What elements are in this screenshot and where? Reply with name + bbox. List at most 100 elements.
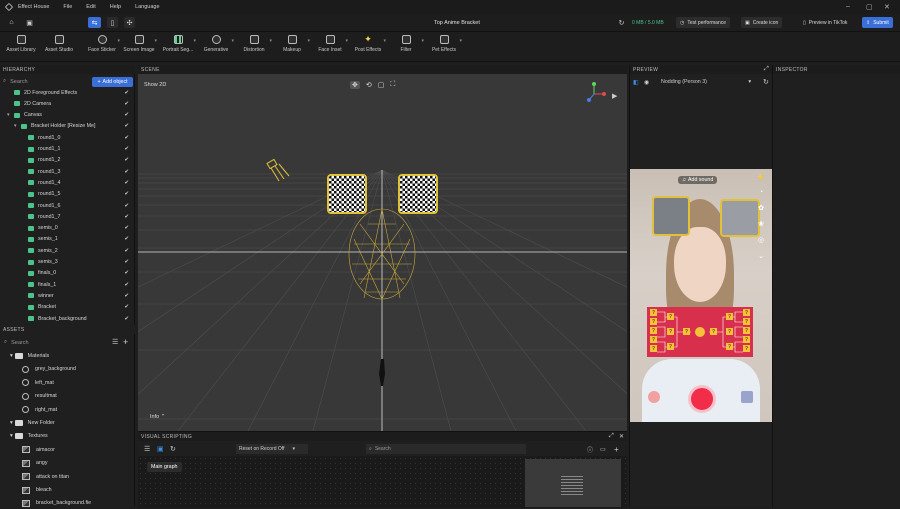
hierarchy-item[interactable]: Bracket ✔ — [0, 302, 133, 313]
hierarchy-item[interactable]: round1_4 ✔ — [0, 177, 133, 188]
test-performance-button[interactable]: ◷ Test performance — [676, 17, 731, 28]
hierarchy-item[interactable]: semis_3 ✔ — [0, 257, 133, 268]
right-checker-image[interactable] — [398, 174, 438, 214]
visibility-check-icon[interactable]: ✔ — [124, 225, 129, 231]
visibility-check-icon[interactable]: ✔ — [124, 191, 129, 197]
graph-icon[interactable]: ▣ — [157, 445, 164, 453]
visibility-check-icon[interactable]: ✔ — [124, 316, 129, 322]
upload-gallery-icon[interactable] — [741, 391, 753, 403]
menu-language[interactable]: Language — [135, 4, 159, 10]
node-toggle-icon[interactable]: ✣ — [124, 17, 135, 28]
asset-item[interactable]: right_mat — [0, 404, 133, 416]
menu-help[interactable]: Help — [110, 4, 121, 10]
hierarchy-item[interactable]: round1_7 ✔ — [0, 211, 133, 222]
graph-minimap[interactable] — [525, 459, 621, 507]
create-icon-button[interactable]: ▣ Create icon — [741, 17, 783, 28]
more-icon[interactable]: ⌄ — [758, 252, 764, 260]
layout-toggle-icon[interactable]: ⇆ — [88, 17, 101, 28]
vs-search-input[interactable]: Search — [375, 446, 391, 452]
face-inset-button[interactable]: Face Inset ▾ — [310, 35, 350, 53]
visibility-check-icon[interactable]: ✔ — [124, 112, 129, 118]
chevron-down-icon[interactable]: ▾ — [10, 433, 13, 439]
visibility-check-icon[interactable]: ✔ — [124, 214, 129, 220]
portrait-seg-button[interactable]: Portrait Seg... ▾ — [158, 35, 198, 53]
hierarchy-item[interactable]: round1_1 ✔ — [0, 144, 133, 155]
post-effects-button[interactable]: ✦ Post Effects ▾ — [348, 35, 388, 54]
add-asset-icon[interactable]: + — [123, 337, 128, 347]
window-icon[interactable]: ▭ — [600, 446, 606, 453]
left-checker-image[interactable] — [327, 174, 367, 214]
visibility-check-icon[interactable]: ✔ — [124, 157, 129, 163]
asset-item[interactable]: angy — [0, 457, 133, 469]
chevron-down-icon[interactable]: ▾ — [10, 353, 13, 359]
scene-viewport[interactable]: Show 2D ✥ ⟲ ▢ ⛶ ▶ Info ⌃ — [138, 74, 627, 431]
visibility-check-icon[interactable]: ✔ — [124, 180, 129, 186]
refresh-graph-icon[interactable]: ↻ — [170, 445, 176, 453]
visibility-check-icon[interactable]: ✔ — [124, 169, 129, 175]
asset-item[interactable]: ▾ Materials — [0, 350, 133, 362]
scale-tool-icon[interactable]: ▢ — [378, 81, 385, 89]
visibility-check-icon[interactable]: ✔ — [124, 135, 129, 141]
add-object-button[interactable]: + Add object — [92, 77, 133, 87]
asset-library-button[interactable]: Asset Library — [1, 35, 41, 53]
visibility-check-icon[interactable]: ✔ — [124, 123, 129, 129]
expand-icon[interactable]: ⤢ — [764, 66, 769, 73]
hierarchy-item[interactable]: winner ✔ — [0, 290, 133, 301]
makeup-button[interactable]: Makeup ▾ — [272, 35, 312, 53]
hierarchy-item[interactable]: semis_1 ✔ — [0, 234, 133, 245]
hierarchy-item[interactable]: 2D Camera ✔ — [0, 98, 133, 109]
add-node-icon[interactable]: + — [614, 445, 619, 454]
phone-preview[interactable]: ♫ Add sound ⚡ ◔ ✿ ❀ ◎ ⌄ ????? ???? ????? … — [630, 169, 773, 422]
assets-search-input[interactable]: Search — [11, 340, 28, 346]
asset-item[interactable]: bracket_background.fie — [0, 497, 133, 509]
timer-icon[interactable]: ◔ — [759, 189, 763, 196]
filter-list-icon[interactable]: ☰ — [112, 338, 118, 346]
hierarchy-item[interactable]: round1_2 ✔ — [0, 155, 133, 166]
speed-icon[interactable]: ◎ — [758, 236, 764, 244]
rotate-tool-icon[interactable]: ⟲ — [366, 81, 372, 89]
menu-icon[interactable]: ☰ — [144, 445, 150, 453]
save-icon[interactable]: ▣ — [24, 17, 35, 28]
visibility-check-icon[interactable]: ✔ — [124, 146, 129, 152]
minimize-icon[interactable]: – — [846, 3, 850, 10]
hierarchy-item[interactable]: round1_3 ✔ — [0, 166, 133, 177]
record-button[interactable] — [688, 385, 716, 413]
visibility-check-icon[interactable]: ✔ — [124, 293, 129, 299]
visibility-check-icon[interactable]: ✔ — [124, 101, 129, 107]
pet-effects-button[interactable]: Pet Effects ▾ — [424, 35, 464, 53]
filters-icon[interactable]: ❀ — [758, 220, 764, 228]
screen-image-button[interactable]: Screen Image ▾ — [119, 35, 159, 53]
expand-icon[interactable]: ⤢ — [609, 433, 614, 440]
preview-mode-icon[interactable]: ◧ — [633, 79, 639, 86]
hierarchy-item[interactable]: ▾ Canvas ✔ — [0, 110, 133, 121]
hierarchy-item[interactable]: finals_0 ✔ — [0, 268, 133, 279]
menu-edit[interactable]: Edit — [86, 4, 95, 10]
move-tool-icon[interactable]: ✥ — [350, 81, 360, 89]
asset-item[interactable]: ▾ New Folder — [0, 417, 133, 429]
camera-view-icon[interactable]: ▶ — [612, 92, 617, 100]
submit-button[interactable]: ⇪ Submit — [862, 17, 893, 28]
hierarchy-item[interactable]: ▾ Bracket Holder [Resize Me] ✔ — [0, 121, 133, 132]
asset-item[interactable]: grey_background — [0, 363, 133, 375]
vs-search[interactable]: ⌕ Search — [366, 444, 526, 454]
home-icon[interactable]: ⌂ — [6, 17, 17, 28]
camera-icon[interactable]: ◉ — [644, 79, 649, 86]
visibility-check-icon[interactable]: ✔ — [124, 90, 129, 96]
asset-item[interactable]: left_mat — [0, 377, 133, 389]
flash-icon[interactable]: ⚡ — [757, 173, 766, 181]
close-panel-icon[interactable]: ✕ — [619, 433, 624, 440]
main-graph-tab[interactable]: Main graph — [147, 462, 182, 472]
refresh-icon[interactable]: ↻ — [616, 17, 627, 28]
hierarchy-item[interactable]: 2D Foreground Effects ✔ — [0, 87, 133, 98]
preview-tiktok-button[interactable]: ▯ Preview in TikTok — [799, 17, 851, 28]
beauty-icon[interactable]: ✿ — [758, 204, 764, 212]
visibility-check-icon[interactable]: ✔ — [124, 236, 129, 242]
hierarchy-search-input[interactable]: Search — [10, 79, 27, 85]
visibility-check-icon[interactable]: ✔ — [124, 270, 129, 276]
rect-tool-icon[interactable]: ⛶ — [390, 81, 395, 89]
hierarchy-item[interactable]: round1_5 ✔ — [0, 189, 133, 200]
filter-button[interactable]: Filter ▾ — [386, 35, 426, 53]
distortion-button[interactable]: Distortion ▾ — [234, 35, 274, 53]
record-reset-select[interactable]: Reset on Record Off ▾ — [236, 444, 308, 454]
visibility-check-icon[interactable]: ✔ — [124, 304, 129, 310]
